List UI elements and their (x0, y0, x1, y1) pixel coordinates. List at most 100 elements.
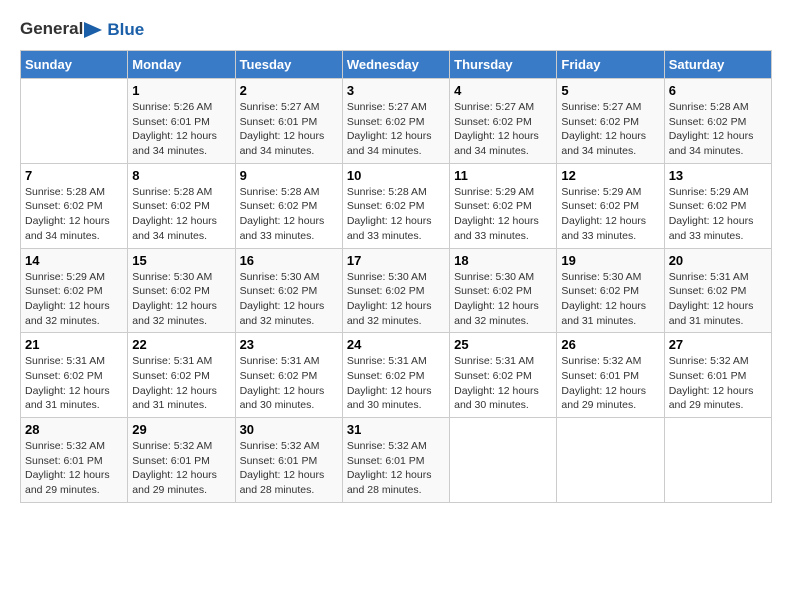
calendar-cell: 18 Sunrise: 5:30 AMSunset: 6:02 PMDayligh… (450, 248, 557, 333)
day-number: 3 (347, 83, 445, 98)
header-monday: Monday (128, 51, 235, 79)
calendar-cell: 1Sunrise: 5:26 AMSunset: 6:01 PMDaylight… (128, 79, 235, 164)
day-number: 27 (669, 337, 767, 352)
day-info: Sunrise: 5:31 AMSunset: 6:02 PMDaylight:… (454, 354, 552, 413)
calendar-week-row: 21 Sunrise: 5:31 AMSunset: 6:02 PMDayligh… (21, 333, 772, 418)
day-number: 4 (454, 83, 552, 98)
day-info: Sunrise: 5:28 AMSunset: 6:02 PMDaylight:… (132, 185, 230, 244)
calendar-cell: 29 Sunrise: 5:32 AMSunset: 6:01 PMDayligh… (128, 418, 235, 503)
calendar-cell: 10Sunrise: 5:28 AMSunset: 6:02 PMDayligh… (342, 163, 449, 248)
calendar-cell: 8 Sunrise: 5:28 AMSunset: 6:02 PMDaylight… (128, 163, 235, 248)
calendar-week-row: 14 Sunrise: 5:29 AMSunset: 6:02 PMDayligh… (21, 248, 772, 333)
calendar-cell (450, 418, 557, 503)
calendar-cell: 20 Sunrise: 5:31 AMSunset: 6:02 PMDayligh… (664, 248, 771, 333)
day-info: Sunrise: 5:29 AMSunset: 6:02 PMDaylight:… (669, 185, 767, 244)
day-info: Sunrise: 5:29 AMSunset: 6:02 PMDaylight:… (454, 185, 552, 244)
day-info: Sunrise: 5:32 AMSunset: 6:01 PMDaylight:… (240, 439, 338, 498)
calendar-cell (557, 418, 664, 503)
logo-arrow-icon (84, 20, 102, 40)
calendar-cell: 27Sunrise: 5:32 AMSunset: 6:01 PMDayligh… (664, 333, 771, 418)
calendar-cell: 3 Sunrise: 5:27 AMSunset: 6:02 PMDaylight… (342, 79, 449, 164)
calendar-cell: 14 Sunrise: 5:29 AMSunset: 6:02 PMDayligh… (21, 248, 128, 333)
day-number: 9 (240, 168, 338, 183)
day-info: Sunrise: 5:31 AMSunset: 6:02 PMDaylight:… (669, 270, 767, 329)
calendar-week-row: 28 Sunrise: 5:32 AMSunset: 6:01 PMDayligh… (21, 418, 772, 503)
day-number: 2 (240, 83, 338, 98)
calendar-cell: 22 Sunrise: 5:31 AMSunset: 6:02 PMDayligh… (128, 333, 235, 418)
calendar-cell: 2 Sunrise: 5:27 AMSunset: 6:01 PMDaylight… (235, 79, 342, 164)
day-info: Sunrise: 5:29 AMSunset: 6:02 PMDaylight:… (25, 270, 123, 329)
day-number: 25 (454, 337, 552, 352)
day-info: Sunrise: 5:29 AMSunset: 6:02 PMDaylight:… (561, 185, 659, 244)
day-info: Sunrise: 5:32 AMSunset: 6:01 PMDaylight:… (25, 439, 123, 498)
day-number: 16 (240, 253, 338, 268)
calendar-cell: 11 Sunrise: 5:29 AMSunset: 6:02 PMDayligh… (450, 163, 557, 248)
day-number: 29 (132, 422, 230, 437)
day-number: 19 (561, 253, 659, 268)
day-number: 28 (25, 422, 123, 437)
day-number: 15 (132, 253, 230, 268)
calendar-week-row: 7 Sunrise: 5:28 AMSunset: 6:02 PMDaylight… (21, 163, 772, 248)
day-number: 23 (240, 337, 338, 352)
day-info: Sunrise: 5:27 AMSunset: 6:02 PMDaylight:… (454, 100, 552, 159)
day-number: 5 (561, 83, 659, 98)
day-number: 21 (25, 337, 123, 352)
header-sunday: Sunday (21, 51, 128, 79)
calendar-cell: 7Sunrise: 5:28 AMSunset: 6:02 PMDaylight… (21, 163, 128, 248)
day-number: 11 (454, 168, 552, 183)
header-tuesday: Tuesday (235, 51, 342, 79)
day-number: 14 (25, 253, 123, 268)
calendar-table: SundayMondayTuesdayWednesdayThursdayFrid… (20, 50, 772, 503)
day-info: Sunrise: 5:27 AMSunset: 6:01 PMDaylight:… (240, 100, 338, 159)
day-number: 26 (561, 337, 659, 352)
day-info: Sunrise: 5:27 AMSunset: 6:02 PMDaylight:… (561, 100, 659, 159)
day-number: 6 (669, 83, 767, 98)
header-wednesday: Wednesday (342, 51, 449, 79)
day-info: Sunrise: 5:28 AMSunset: 6:02 PMDaylight:… (669, 100, 767, 159)
day-number: 18 (454, 253, 552, 268)
day-number: 31 (347, 422, 445, 437)
day-number: 10 (347, 168, 445, 183)
calendar-cell: 4 Sunrise: 5:27 AMSunset: 6:02 PMDaylight… (450, 79, 557, 164)
calendar-cell: 5 Sunrise: 5:27 AMSunset: 6:02 PMDaylight… (557, 79, 664, 164)
logo-general-text: General (20, 19, 83, 38)
calendar-cell (664, 418, 771, 503)
calendar-cell: 28 Sunrise: 5:32 AMSunset: 6:01 PMDayligh… (21, 418, 128, 503)
logo: General Blue (20, 20, 144, 40)
calendar-cell: 16Sunrise: 5:30 AMSunset: 6:02 PMDayligh… (235, 248, 342, 333)
calendar-cell: 30Sunrise: 5:32 AMSunset: 6:01 PMDayligh… (235, 418, 342, 503)
logo-blue-text: Blue (107, 20, 144, 39)
day-number: 22 (132, 337, 230, 352)
calendar-cell: 9 Sunrise: 5:28 AMSunset: 6:02 PMDaylight… (235, 163, 342, 248)
calendar-cell: 6 Sunrise: 5:28 AMSunset: 6:02 PMDaylight… (664, 79, 771, 164)
day-info: Sunrise: 5:31 AMSunset: 6:02 PMDaylight:… (240, 354, 338, 413)
day-info: Sunrise: 5:32 AMSunset: 6:01 PMDaylight:… (561, 354, 659, 413)
day-info: Sunrise: 5:30 AMSunset: 6:02 PMDaylight:… (132, 270, 230, 329)
calendar-cell: 17Sunrise: 5:30 AMSunset: 6:02 PMDayligh… (342, 248, 449, 333)
day-info: Sunrise: 5:28 AMSunset: 6:02 PMDaylight:… (240, 185, 338, 244)
day-info: Sunrise: 5:32 AMSunset: 6:01 PMDaylight:… (132, 439, 230, 498)
calendar-cell: 15 Sunrise: 5:30 AMSunset: 6:02 PMDayligh… (128, 248, 235, 333)
calendar-header-row: SundayMondayTuesdayWednesdayThursdayFrid… (21, 51, 772, 79)
calendar-cell (21, 79, 128, 164)
day-number: 20 (669, 253, 767, 268)
day-info: Sunrise: 5:31 AMSunset: 6:02 PMDaylight:… (132, 354, 230, 413)
day-info: Sunrise: 5:27 AMSunset: 6:02 PMDaylight:… (347, 100, 445, 159)
calendar-cell: 24 Sunrise: 5:31 AMSunset: 6:02 PMDayligh… (342, 333, 449, 418)
day-number: 7 (25, 168, 123, 183)
header-saturday: Saturday (664, 51, 771, 79)
day-info: Sunrise: 5:30 AMSunset: 6:02 PMDaylight:… (454, 270, 552, 329)
day-number: 1 (132, 83, 230, 98)
header-friday: Friday (557, 51, 664, 79)
calendar-cell: 25 Sunrise: 5:31 AMSunset: 6:02 PMDayligh… (450, 333, 557, 418)
calendar-cell: 26 Sunrise: 5:32 AMSunset: 6:01 PMDayligh… (557, 333, 664, 418)
day-number: 24 (347, 337, 445, 352)
day-info: Sunrise: 5:30 AMSunset: 6:02 PMDaylight:… (561, 270, 659, 329)
day-number: 8 (132, 168, 230, 183)
day-number: 12 (561, 168, 659, 183)
header: General Blue (20, 20, 772, 40)
calendar-cell: 31Sunrise: 5:32 AMSunset: 6:01 PMDayligh… (342, 418, 449, 503)
day-number: 17 (347, 253, 445, 268)
day-info: Sunrise: 5:31 AMSunset: 6:02 PMDaylight:… (347, 354, 445, 413)
calendar-week-row: 1Sunrise: 5:26 AMSunset: 6:01 PMDaylight… (21, 79, 772, 164)
